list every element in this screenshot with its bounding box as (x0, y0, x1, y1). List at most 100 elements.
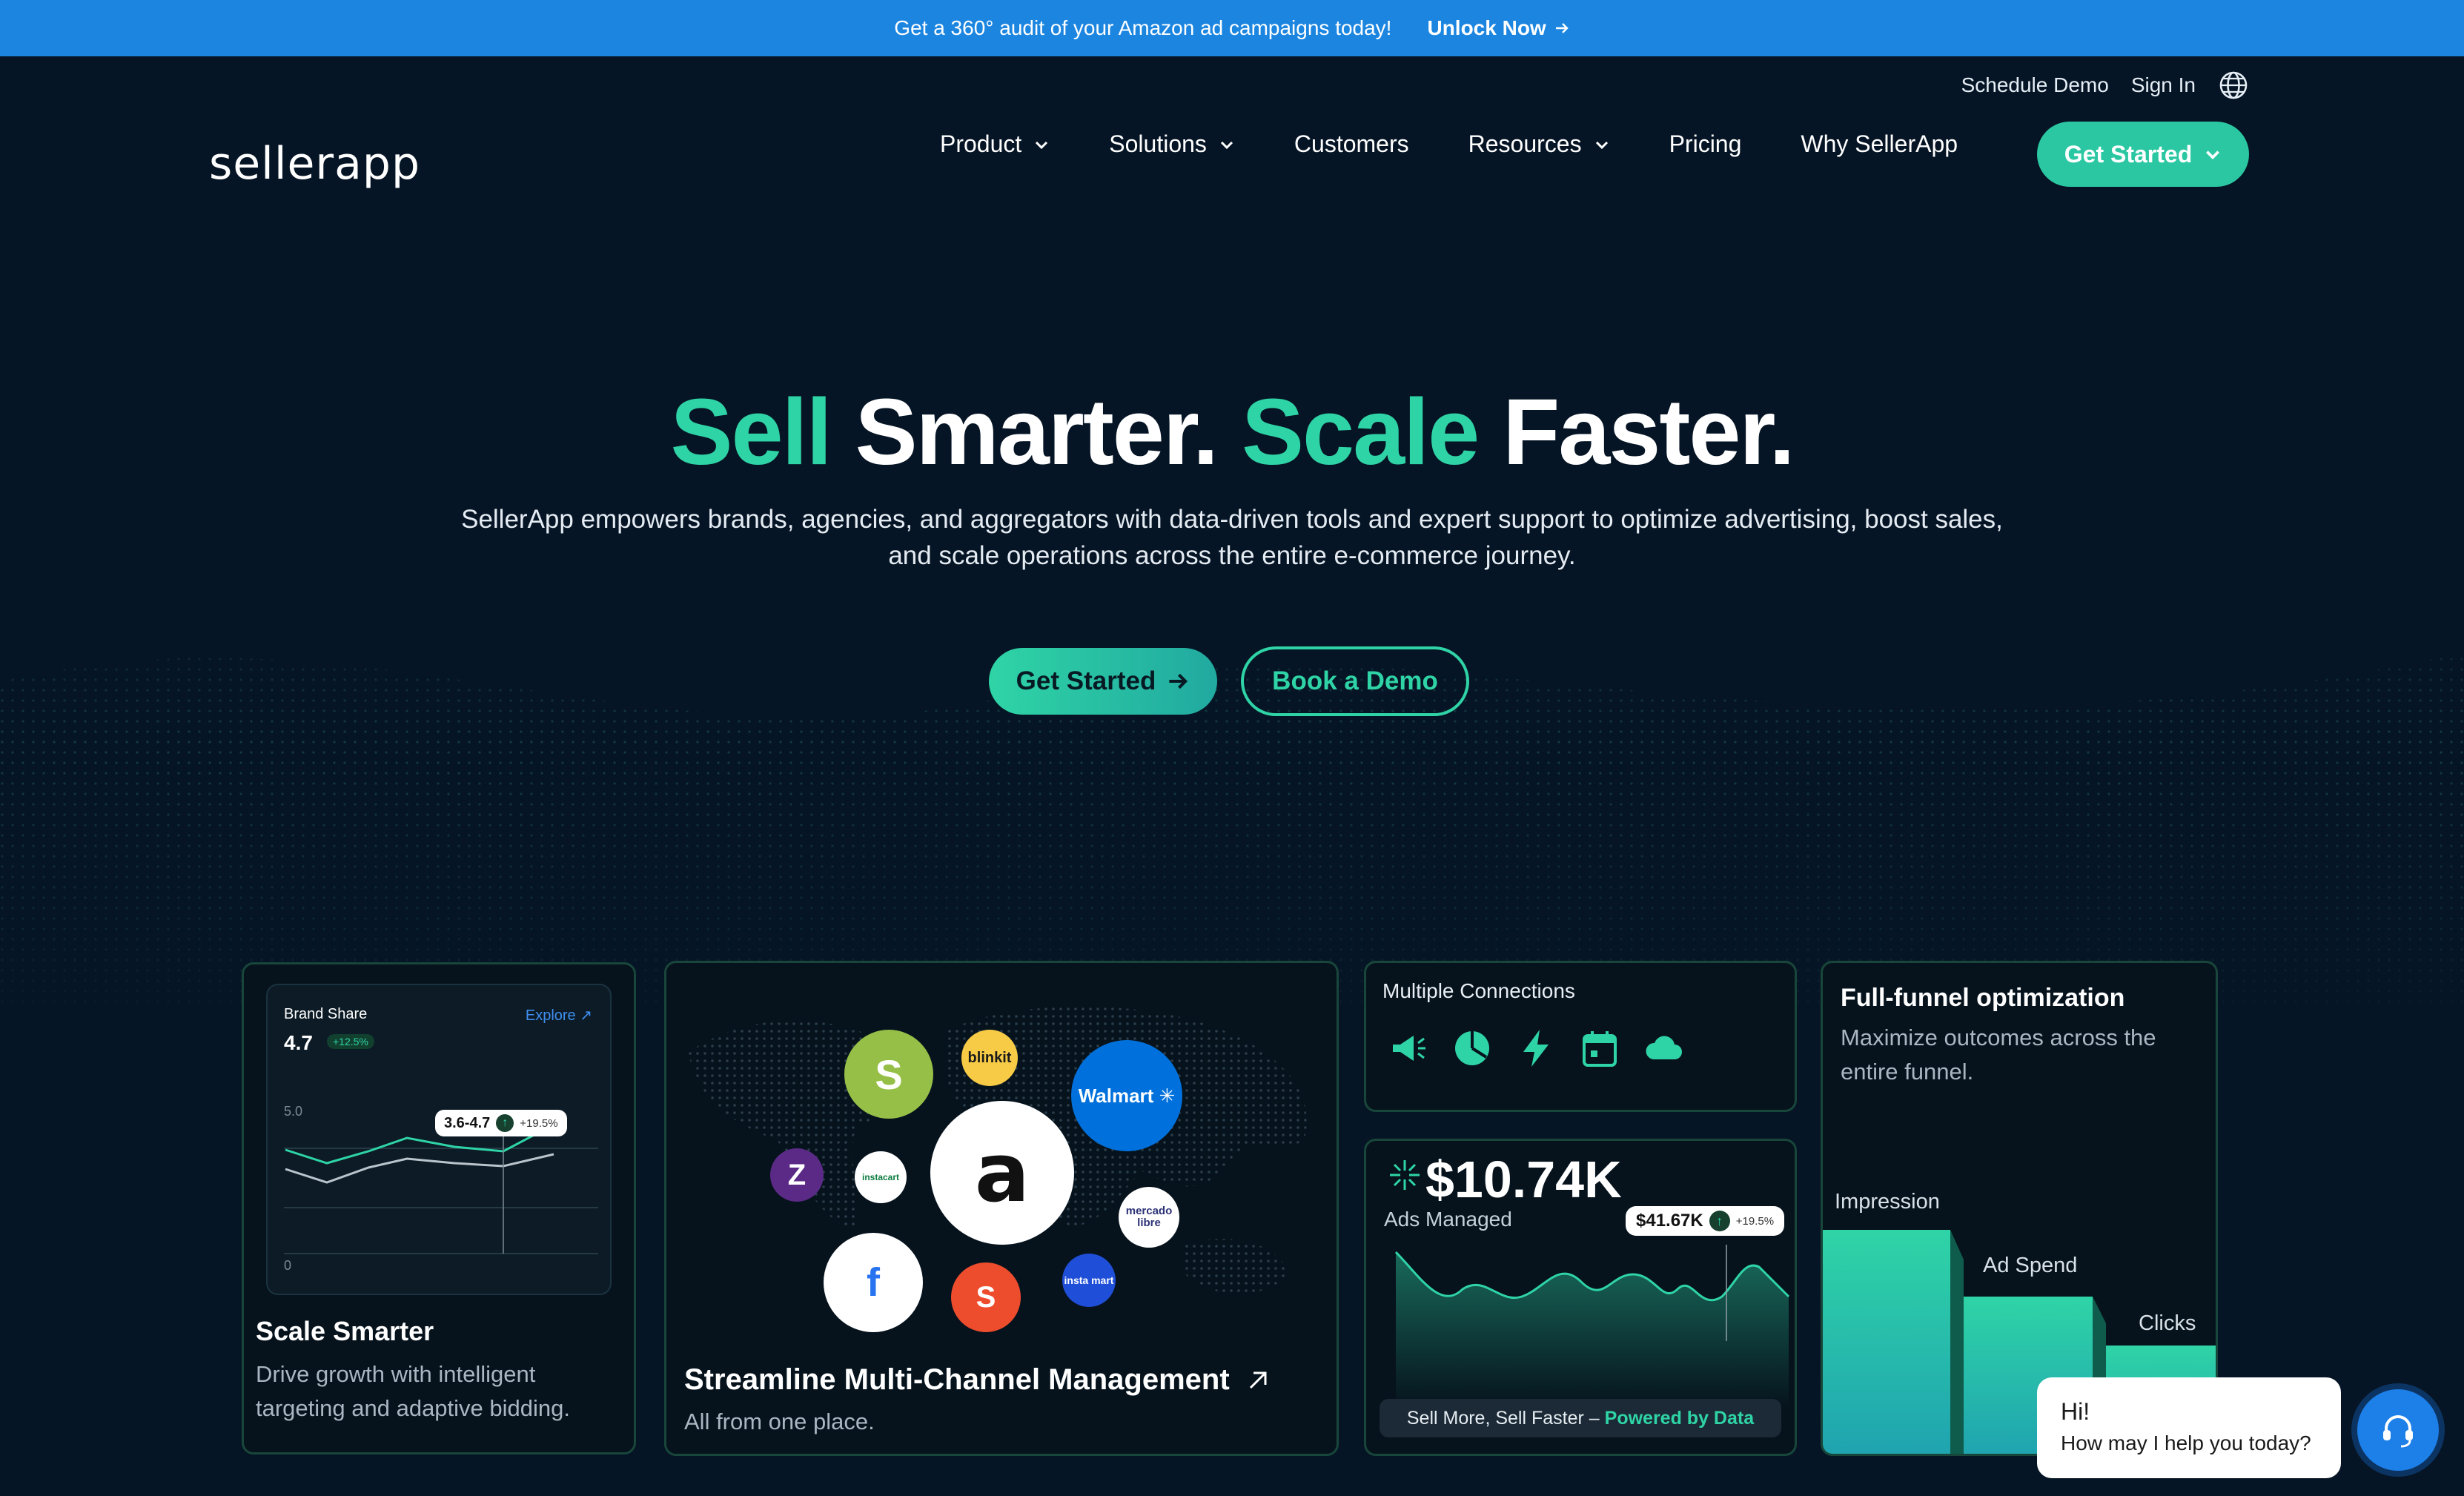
funnel-stage-label: Clicks (2139, 1311, 2196, 1335)
pill-bold: Powered by Data (1604, 1407, 1755, 1429)
arrow-up-right-icon (1249, 1371, 1267, 1389)
amazon-logo: a (930, 1101, 1074, 1245)
hero-get-started-button[interactable]: Get Started (989, 648, 1217, 715)
arrow-up-icon: ↑ (496, 1114, 514, 1132)
hero-title-smarter: Smarter. (855, 380, 1219, 484)
header-get-started-button[interactable]: Get Started (2037, 122, 2249, 187)
utility-nav: Schedule Demo Sign In (1961, 70, 2249, 101)
powered-by-data-pill: Sell More, Sell Faster – Powered by Data (1380, 1399, 1781, 1437)
ads-area-chart (1394, 1245, 1790, 1408)
lightning-icon (1523, 1030, 1549, 1067)
hero-title-faster: Faster. (1503, 380, 1795, 484)
card-desc: All from one place. (684, 1409, 875, 1434)
nav-solutions[interactable]: Solutions (1109, 130, 1235, 158)
arrow-right-icon (1169, 673, 1188, 689)
header-get-started-label: Get Started (2064, 140, 2193, 168)
sparkle-icon (1390, 1160, 1420, 1190)
blinkit-logo: blinkit (961, 1030, 1018, 1086)
schedule-demo-link[interactable]: Schedule Demo (1961, 73, 2109, 97)
ads-managed-card[interactable]: $10.74K Ads Managed $41.67K ↑ +19.5% Sel… (1364, 1139, 1797, 1456)
sellerapp-logo[interactable]: sellerapp (209, 138, 420, 190)
brand-share-lines (284, 1123, 598, 1254)
explore-label: Explore (525, 1007, 576, 1024)
hero-title-scale: Scale (1241, 380, 1480, 484)
chevron-down-icon (1220, 141, 1233, 149)
globe-icon[interactable] (2218, 70, 2249, 101)
explore-link[interactable]: Explore ↗ (526, 1006, 592, 1025)
chat-message: How may I help you today? (2061, 1432, 2311, 1454)
unlock-now-label: Unlock Now (1427, 16, 1546, 39)
funnel-stage-label: Impression (1835, 1190, 1940, 1214)
hero-get-started-label: Get Started (1016, 666, 1156, 695)
shopify-logo: S (844, 1030, 933, 1119)
nav-customers[interactable]: Customers (1294, 130, 1409, 158)
card-title: Full-funnel optimization (1841, 984, 2125, 1012)
shopee-logo: S (951, 1262, 1021, 1332)
calendar-icon (1583, 1031, 1617, 1067)
multichannel-card[interactable]: S blinkit Walmart ✳ a Z instacart mercad… (664, 961, 1339, 1456)
instacart-logo: instacart (855, 1151, 907, 1203)
chat-launcher-button[interactable] (2351, 1383, 2445, 1477)
ads-tooltip-pct: +19.5% (1735, 1214, 1775, 1228)
hero-title: Sell Smarter. Scale Faster. (0, 378, 2464, 486)
unlock-now-link[interactable]: Unlock Now (1427, 16, 1569, 40)
card-title: Multiple Connections (1382, 979, 1575, 1002)
card-title: Scale Smarter (256, 1316, 434, 1346)
background-dot-wave (0, 652, 2464, 1008)
sign-in-link[interactable]: Sign In (2131, 73, 2196, 97)
book-demo-button[interactable]: Book a Demo (1241, 646, 1469, 716)
multiple-connections-card[interactable]: Multiple Connections (1364, 961, 1797, 1112)
pie-chart-icon (1455, 1031, 1489, 1065)
ads-tooltip-value: $41.67K (1636, 1211, 1703, 1231)
card-desc: Drive growth with intelligent targeting … (256, 1361, 570, 1421)
banner-text: Get a 360° audit of your Amazon ad campa… (894, 16, 1392, 39)
instamart-logo: insta mart (1062, 1254, 1116, 1307)
hero-subtitle: SellerApp empowers brands, agencies, and… (461, 505, 2003, 570)
nav-label: Pricing (1669, 130, 1742, 157)
book-demo-label: Book a Demo (1272, 666, 1438, 695)
brand-share-tooltip: 3.6-4.7 ↑ +19.5% (435, 1110, 567, 1136)
arrow-up-icon: ↑ (1709, 1211, 1730, 1231)
brand-share-label: Brand Share (284, 1006, 368, 1022)
promo-banner: Get a 360° audit of your Amazon ad campa… (0, 0, 2464, 56)
chevron-down-icon (2206, 150, 2220, 159)
brand-share-chart: Brand Share 4.7 +12.5% Explore ↗ 5.0 0 3… (266, 984, 612, 1295)
nav-resources[interactable]: Resources (1468, 130, 1610, 158)
scale-smarter-card[interactable]: Brand Share 4.7 +12.5% Explore ↗ 5.0 0 3… (242, 962, 636, 1454)
brand-share-badge: +12.5% (327, 1034, 374, 1049)
connection-icons (1387, 1027, 1685, 1070)
ads-tooltip: $41.67K ↑ +19.5% (1626, 1206, 1785, 1236)
y-tick-bottom: 0 (284, 1258, 292, 1273)
chevron-down-icon (1595, 141, 1608, 149)
arrow-right-icon (1555, 23, 1569, 33)
headset-icon (2383, 1415, 2413, 1448)
chat-greeting: Hi! (2061, 1398, 2090, 1425)
nav-product[interactable]: Product (940, 130, 1050, 158)
nav-label: Customers (1294, 130, 1409, 157)
ads-managed-value: $10.74K (1425, 1151, 1622, 1208)
card-title: Streamline Multi-Channel Management (684, 1363, 1270, 1397)
megaphone-icon (1393, 1036, 1425, 1061)
nav-label: Product (940, 130, 1022, 157)
tooltip-pct: +19.5% (520, 1116, 558, 1130)
flipkart-logo: f (824, 1233, 923, 1332)
nav-label: Solutions (1109, 130, 1207, 157)
chevron-down-icon (1036, 141, 1048, 149)
y-tick-top: 5.0 (284, 1104, 303, 1119)
nav-label: Why SellerApp (1801, 130, 1958, 157)
nav-why-sellerapp[interactable]: Why SellerApp (1801, 130, 1958, 158)
nav-pricing[interactable]: Pricing (1669, 130, 1742, 158)
chat-bubble[interactable]: Hi! How may I help you today? (2037, 1377, 2341, 1478)
ads-managed-label: Ads Managed (1384, 1208, 1512, 1231)
main-nav: Product Solutions Customers Resources Pr… (940, 130, 1958, 158)
card-desc: Maximize outcomes across the entire funn… (1841, 1025, 2156, 1085)
card-title-text: Streamline Multi-Channel Management (684, 1363, 1230, 1396)
hero-title-sell: Sell (670, 380, 832, 484)
mercado-libre-logo: mercado libre (1119, 1187, 1179, 1248)
funnel-stage-label: Ad Spend (1983, 1254, 2078, 1277)
tooltip-range: 3.6-4.7 (444, 1114, 491, 1131)
walmart-logo: Walmart ✳ (1071, 1040, 1182, 1151)
cloud-icon (1646, 1036, 1682, 1059)
pill-text: Sell More, Sell Faster – (1406, 1407, 1600, 1429)
nav-label: Resources (1468, 130, 1582, 157)
